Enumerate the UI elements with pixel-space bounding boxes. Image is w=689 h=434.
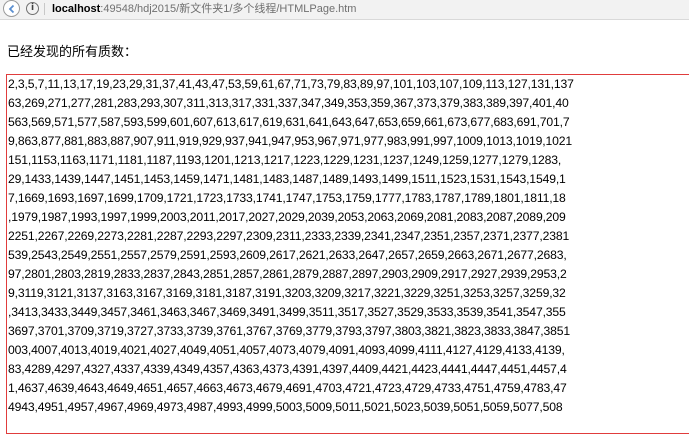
url-host: localhost (52, 3, 101, 15)
primes-output: 2,3,5,7,11,13,17,19,23,29,31,37,41,43,47… (6, 74, 689, 434)
primes-line: 563,569,571,577,587,593,599,601,607,613,… (8, 115, 570, 129)
address-bar: i localhost:49548/hdj2015/新文件夹1/多个线程/HTM… (0, 0, 689, 20)
primes-line: 7,1669,1693,1697,1699,1709,1721,1723,173… (8, 191, 566, 205)
primes-line: ,1979,1987,1993,1997,1999,2003,2011,2017… (8, 210, 566, 224)
primes-line: 63,269,271,277,281,283,293,307,311,313,3… (8, 96, 569, 110)
primes-line: 2251,2267,2269,2273,2281,2287,2293,2297,… (8, 229, 570, 243)
primes-line: 3697,3701,3709,3719,3727,3733,3739,3761,… (8, 324, 570, 338)
page-heading: 已经发现的所有质数： (7, 44, 138, 59)
back-arrow-icon (8, 4, 15, 14)
primes-line: 83,4289,4297,4327,4337,4339,4349,4357,43… (8, 362, 567, 376)
primes-line: 97,2801,2803,2819,2833,2837,2843,2851,28… (8, 267, 567, 281)
url-field[interactable]: localhost:49548/hdj2015/新文件夹1/多个线程/HTMLP… (52, 2, 356, 17)
primes-line: 9,3119,3121,3137,3163,3167,3169,3181,318… (8, 286, 566, 300)
info-icon[interactable]: i (26, 2, 39, 15)
primes-line: 4943,4951,4957,4967,4969,4973,4987,4993,… (8, 400, 563, 414)
primes-line: 151,1153,1163,1171,1181,1187,1193,1201,1… (8, 153, 562, 167)
primes-line: 003,4007,4013,4019,4021,4027,4049,4051,4… (8, 343, 565, 357)
primes-line: 29,1433,1439,1447,1451,1453,1459,1471,14… (8, 172, 566, 186)
primes-line: 9,863,877,881,883,887,907,911,919,929,93… (8, 134, 573, 148)
address-separator (44, 3, 45, 15)
url-path: :49548/hdj2015/新文件夹1/多个线程/HTMLPage.htm (100, 3, 357, 15)
primes-line: 2,3,5,7,11,13,17,19,23,29,31,37,41,43,47… (8, 77, 574, 91)
primes-line: 1,4637,4639,4643,4649,4651,4657,4663,467… (8, 381, 567, 395)
back-button[interactable] (3, 0, 20, 17)
primes-line: ,3413,3433,3449,3457,3461,3463,3467,3469… (8, 305, 566, 319)
primes-line: 539,2543,2549,2551,2557,2579,2591,2593,2… (8, 248, 567, 262)
